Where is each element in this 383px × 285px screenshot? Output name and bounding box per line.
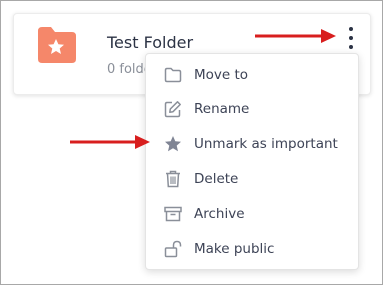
annotation-arrow-right [255, 29, 336, 43]
context-menu: Move to Rename Unmark as important Delet… [145, 53, 359, 270]
folder-star-icon [38, 27, 76, 63]
menu-item-delete[interactable]: Delete [146, 164, 358, 194]
unlock-icon [163, 239, 183, 259]
folder-icon [163, 65, 183, 85]
menu-item-label: Move to [194, 67, 249, 83]
menu-item-label: Archive [194, 206, 245, 222]
menu-item-label: Make public [194, 241, 275, 257]
archive-icon [163, 204, 183, 224]
more-options-icon[interactable] [344, 27, 358, 49]
menu-item-label: Rename [194, 101, 250, 117]
menu-item-move-to[interactable]: Move to [146, 60, 358, 90]
menu-item-label: Unmark as important [194, 136, 338, 152]
trash-icon [163, 169, 183, 189]
menu-item-rename[interactable]: Rename [146, 94, 358, 124]
menu-item-unmark-important[interactable]: Unmark as important [146, 129, 358, 159]
folder-title[interactable]: Test Folder [107, 33, 193, 52]
pencil-icon [163, 99, 183, 119]
menu-item-archive[interactable]: Archive [146, 199, 358, 229]
menu-item-label: Delete [194, 171, 239, 187]
annotation-arrow-left [70, 135, 150, 149]
star-icon [163, 134, 183, 154]
menu-item-make-public[interactable]: Make public [146, 234, 358, 264]
